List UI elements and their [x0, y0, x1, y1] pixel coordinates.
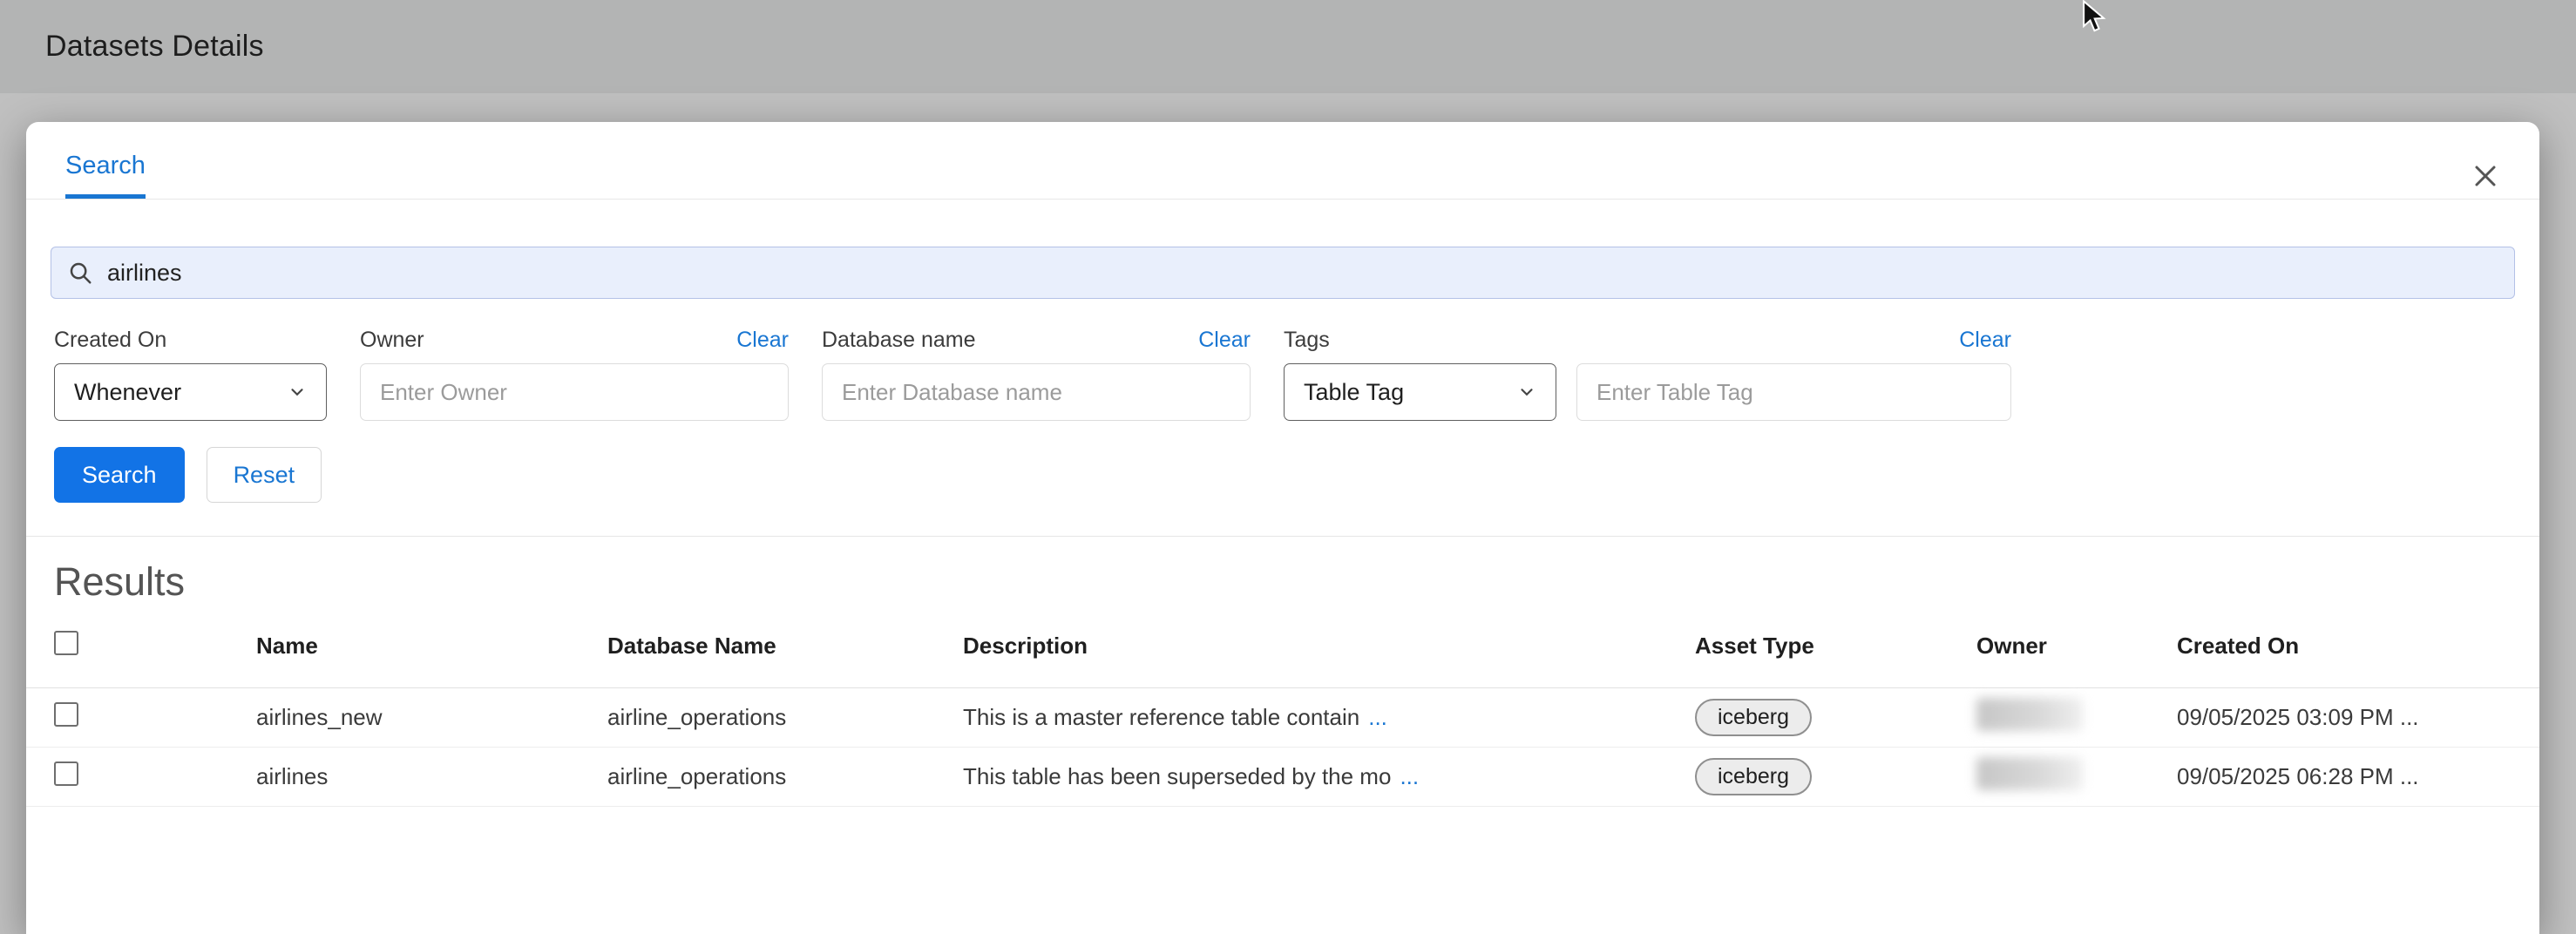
tag-type-select-value: Table Tag: [1304, 379, 1404, 406]
column-header-owner: Owner: [1976, 633, 2177, 660]
column-header-database: Database Name: [607, 633, 963, 660]
tags-clear-link[interactable]: Clear: [1959, 328, 2011, 353]
column-header-created-on: Created On: [2177, 633, 2539, 660]
tag-type-select[interactable]: Table Tag: [1284, 363, 1556, 421]
chevron-down-icon: [288, 382, 307, 402]
section-divider: [26, 536, 2539, 537]
description-text: This is a master reference table contain: [963, 704, 1359, 731]
asset-type-badge: iceberg: [1695, 699, 1812, 736]
tags-label: Tags: [1284, 328, 1330, 353]
search-dialog: Search Created On Whenever: [26, 122, 2539, 934]
filter-owner: Owner Clear: [360, 325, 789, 421]
close-button[interactable]: [2466, 157, 2505, 195]
filters-row: Created On Whenever Owner Clear Database…: [54, 325, 2512, 421]
cell-database: airline_operations: [607, 763, 963, 790]
cell-created-on: 09/05/2025 06:28 PM ...: [2177, 763, 2539, 790]
owner-redacted-value: [1976, 757, 2083, 790]
search-input[interactable]: [107, 260, 2498, 287]
created-on-label: Created On: [54, 328, 166, 353]
reset-button[interactable]: Reset: [207, 447, 322, 503]
row-checkbox[interactable]: [54, 761, 78, 786]
description-more-link[interactable]: ...: [1400, 763, 1419, 790]
page-title: Datasets Details: [45, 30, 264, 64]
asset-type-badge: iceberg: [1695, 758, 1812, 795]
close-icon: [2472, 163, 2498, 189]
row-checkbox[interactable]: [54, 702, 78, 727]
created-on-select[interactable]: Whenever: [54, 363, 327, 421]
results-heading: Results: [54, 559, 2539, 605]
owner-clear-link[interactable]: Clear: [736, 328, 789, 353]
owner-redacted-value: [1976, 698, 2083, 731]
tag-input[interactable]: [1576, 363, 2011, 421]
cell-name: airlines_new: [256, 704, 607, 731]
search-icon: [67, 260, 93, 286]
actions-row: Search Reset: [54, 447, 2512, 503]
cell-database: airline_operations: [607, 704, 963, 731]
column-header-description: Description: [963, 633, 1695, 660]
select-all-checkbox[interactable]: [54, 631, 78, 655]
table-header-row: Name Database Name Description Asset Typ…: [26, 605, 2539, 688]
table-row[interactable]: airlines_new airline_operations This is …: [26, 688, 2539, 748]
created-on-select-value: Whenever: [74, 379, 181, 406]
filter-tags: Tags Clear Table Tag: [1284, 325, 2011, 421]
search-field[interactable]: [51, 247, 2515, 299]
search-button[interactable]: Search: [54, 447, 185, 503]
filter-created-on: Created On Whenever: [54, 325, 327, 421]
cell-description: This table has been superseded by the mo…: [963, 763, 1695, 790]
tab-search[interactable]: Search: [65, 152, 146, 199]
page-header: Datasets Details: [0, 0, 2576, 93]
chevron-down-icon: [1517, 382, 1536, 402]
description-more-link[interactable]: ...: [1368, 704, 1387, 731]
owner-input[interactable]: [360, 363, 789, 421]
database-label: Database name: [822, 328, 976, 353]
database-input[interactable]: [822, 363, 1251, 421]
cell-description: This is a master reference table contain…: [963, 704, 1695, 731]
table-row[interactable]: airlines airline_operations This table h…: [26, 748, 2539, 807]
filter-database: Database name Clear: [822, 325, 1251, 421]
description-text: This table has been superseded by the mo: [963, 763, 1391, 790]
cell-created-on: 09/05/2025 03:09 PM ...: [2177, 704, 2539, 731]
cell-name: airlines: [256, 763, 607, 790]
tab-bar: Search: [26, 122, 2539, 200]
column-header-name: Name: [256, 633, 607, 660]
owner-label: Owner: [360, 328, 424, 353]
database-clear-link[interactable]: Clear: [1198, 328, 1251, 353]
column-header-asset-type: Asset Type: [1695, 633, 1976, 660]
results-table: Name Database Name Description Asset Typ…: [26, 605, 2539, 807]
